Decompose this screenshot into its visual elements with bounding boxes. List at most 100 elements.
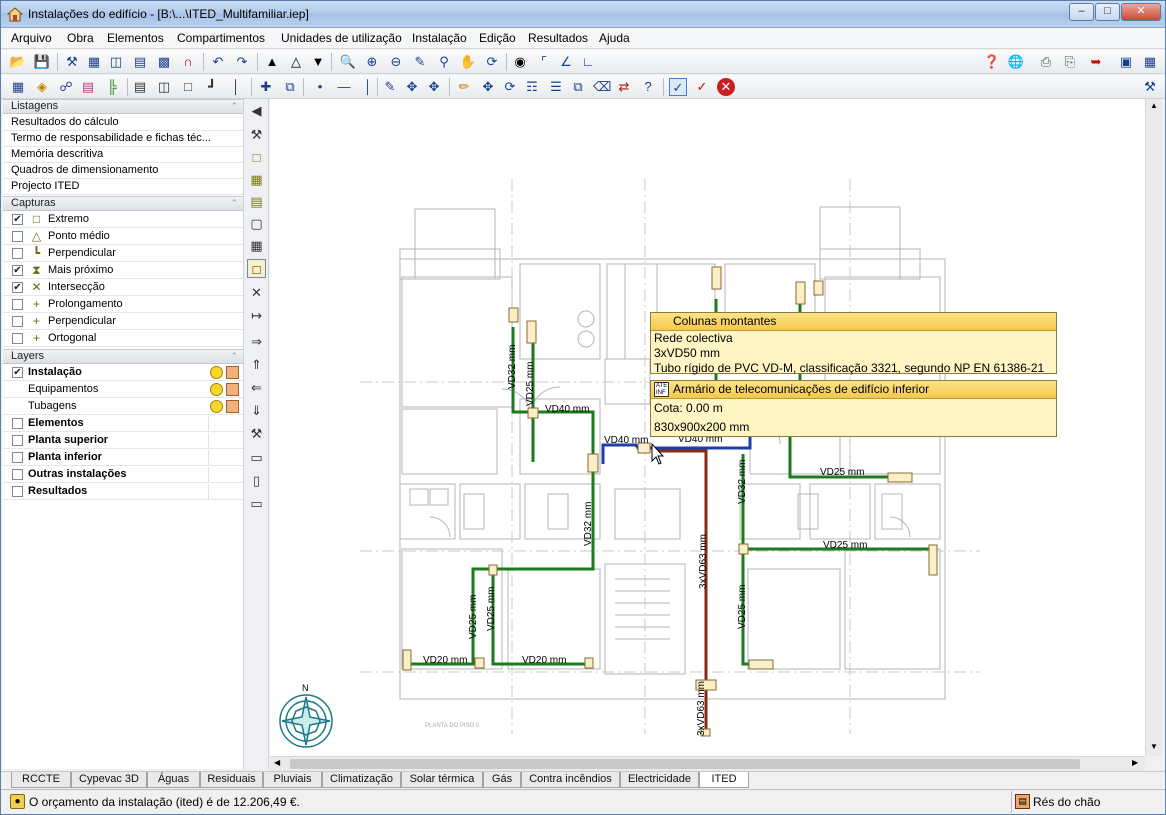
stair-icon[interactable]: ┛: [203, 78, 221, 96]
tab-cypevac[interactable]: Cypevac 3D: [71, 772, 147, 788]
menu-instalacao[interactable]: Instalação: [412, 31, 467, 45]
tab-ited[interactable]: ITED: [699, 772, 749, 788]
vline-icon[interactable]: │: [359, 78, 377, 96]
stop-icon[interactable]: ✕: [717, 78, 735, 96]
level-icon[interactable]: △: [287, 53, 305, 71]
down-arrow-icon[interactable]: ▼: [309, 53, 327, 71]
capture-checkbox[interactable]: [12, 299, 23, 310]
rotate-icon[interactable]: ⟳: [501, 78, 519, 96]
menu-ajuda[interactable]: Ajuda: [599, 31, 630, 45]
layer-checkbox[interactable]: [12, 469, 23, 480]
capture-row[interactable]: ✔ □ Extremo: [3, 212, 243, 228]
zoom-out-icon[interactable]: ⊖: [387, 53, 405, 71]
layer-row[interactable]: ✔ Instalação: [3, 365, 243, 381]
listagens-header[interactable]: Listagens ⌃: [3, 99, 243, 114]
layer-checkbox[interactable]: [12, 486, 23, 497]
menu-elementos[interactable]: Elementos: [107, 31, 164, 45]
tab-residuais[interactable]: Residuais: [200, 772, 263, 788]
export-icon[interactable]: ➥: [1087, 53, 1105, 71]
box-icon[interactable]: □: [179, 78, 197, 96]
tile-icon[interactable]: ▦: [1141, 53, 1159, 71]
capturas-header[interactable]: Capturas ⌃: [3, 196, 243, 211]
swap-icon[interactable]: ⇄: [615, 78, 633, 96]
scroll-right-icon[interactable]: ▶: [1132, 758, 1138, 767]
options-icon[interactable]: ⚒: [1141, 78, 1159, 96]
check-icon[interactable]: ✓: [669, 78, 687, 96]
tab-rccte[interactable]: RCCTE: [11, 772, 71, 788]
menu-unidades[interactable]: Unidades de utilização: [281, 31, 402, 45]
measure-icon[interactable]: ∟: [579, 53, 597, 71]
table-icon[interactable]: ◫: [155, 78, 173, 96]
listing-item[interactable]: Projecto ITED: [3, 179, 243, 195]
move-icon[interactable]: ✥: [479, 78, 497, 96]
zoom-window-icon[interactable]: 🔍: [339, 53, 357, 71]
floor-up-icon[interactable]: ▭: [247, 448, 266, 467]
eraser-icon[interactable]: ⌫: [593, 78, 611, 96]
scroll-left-icon[interactable]: ◀: [274, 758, 280, 767]
endpoint-snap-icon[interactable]: □: [247, 148, 266, 167]
listing-item[interactable]: Termo de responsabilidade e fichas téc..…: [3, 131, 243, 147]
capture-checkbox[interactable]: [12, 316, 23, 327]
dwg-icon[interactable]: ▩: [155, 53, 173, 71]
minimize-button[interactable]: –: [1069, 3, 1094, 21]
capture-row[interactable]: ✔ ⧗ Mais próximo: [3, 263, 243, 279]
edit-pen-icon[interactable]: ✎: [381, 78, 399, 96]
tab-solar[interactable]: Solar térmica: [401, 772, 483, 788]
capture-row[interactable]: △ Ponto médio: [3, 229, 243, 245]
listing-item[interactable]: Quadros de dimensionamento: [3, 163, 243, 179]
layer-checkbox[interactable]: ✔: [12, 367, 23, 378]
layer-checkbox[interactable]: [12, 418, 23, 429]
dotted-snap-icon[interactable]: ▦: [247, 170, 266, 189]
up-arrow-icon[interactable]: ▲: [263, 53, 281, 71]
arrow-down-icon[interactable]: ⇓: [247, 401, 266, 420]
arrow-up-icon[interactable]: ⇑: [247, 355, 266, 374]
close-window-button[interactable]: ✕: [1121, 3, 1161, 21]
globe-icon[interactable]: 🌐: [1007, 53, 1025, 71]
dxf-icon[interactable]: ◫: [107, 53, 125, 71]
scroll-up-icon[interactable]: ▲: [1150, 101, 1158, 110]
capture-row[interactable]: + Perpendicular: [3, 314, 243, 330]
tooltip-toggle-icon[interactable]: □: [247, 259, 266, 278]
open-folder-icon[interactable]: 📂: [9, 53, 27, 71]
grid-snap-icon[interactable]: ▦: [247, 236, 266, 255]
building-icon[interactable]: ▦: [9, 78, 27, 96]
layer-box-icon[interactable]: [226, 383, 239, 396]
layer-row[interactable]: Resultados: [3, 484, 243, 500]
layers-header[interactable]: Layers ⌃: [3, 349, 243, 364]
listing-item[interactable]: Memória descritiva: [3, 147, 243, 163]
zoom-extents-icon[interactable]: ⚲: [435, 53, 453, 71]
move-vertex-icon[interactable]: ✥: [425, 78, 443, 96]
scroll-thumb[interactable]: [290, 759, 1080, 769]
collapse-left-icon[interactable]: ◀: [247, 101, 266, 120]
capture-checkbox[interactable]: ✔: [12, 265, 23, 276]
refresh-icon[interactable]: ⟳: [483, 53, 501, 71]
tab-aguas[interactable]: Águas: [147, 772, 200, 788]
save-icon[interactable]: 💾: [33, 53, 51, 71]
window-layout-icon[interactable]: ▣: [1117, 53, 1135, 71]
arrow-right-icon[interactable]: ⇒: [247, 332, 266, 351]
hatch-icon[interactable]: ▤: [131, 78, 149, 96]
menu-obra[interactable]: Obra: [67, 31, 94, 45]
tab-pluviais[interactable]: Pluviais: [263, 772, 322, 788]
bars-icon[interactable]: ▤: [131, 53, 149, 71]
line-pt-icon[interactable]: •: [311, 78, 329, 96]
hline-icon[interactable]: —: [335, 78, 353, 96]
arrow-left-icon[interactable]: ⇐: [247, 378, 266, 397]
tab-contra-incendios[interactable]: Contra incêndios: [521, 772, 620, 788]
equipment-icon[interactable]: ◈: [33, 78, 51, 96]
listing-item[interactable]: Resultados do cálculo: [3, 115, 243, 131]
capture-row[interactable]: + Ortogonal: [3, 331, 243, 347]
grid-icon[interactable]: ▦: [85, 53, 103, 71]
title-bar[interactable]: Instalações do edifício - [B:\...\ITED_M…: [1, 1, 1165, 28]
tab-gas[interactable]: Gás: [483, 772, 521, 788]
magnet-icon[interactable]: ∩: [179, 53, 197, 71]
collapse-chevron-icon[interactable]: ⌃: [230, 197, 238, 210]
hammer-icon[interactable]: ⚒: [247, 125, 266, 144]
capture-row[interactable]: ✔ ✕ Intersecção: [3, 280, 243, 296]
vertical-scrollbar[interactable]: ▲ ▼: [1145, 99, 1162, 756]
tab-climatizacao[interactable]: Climatização: [322, 772, 401, 788]
menu-edicao[interactable]: Edição: [479, 31, 516, 45]
floor-down-icon[interactable]: ▭: [247, 494, 266, 513]
copy-icon[interactable]: ⧉: [569, 78, 587, 96]
layer-box-icon[interactable]: [226, 400, 239, 413]
